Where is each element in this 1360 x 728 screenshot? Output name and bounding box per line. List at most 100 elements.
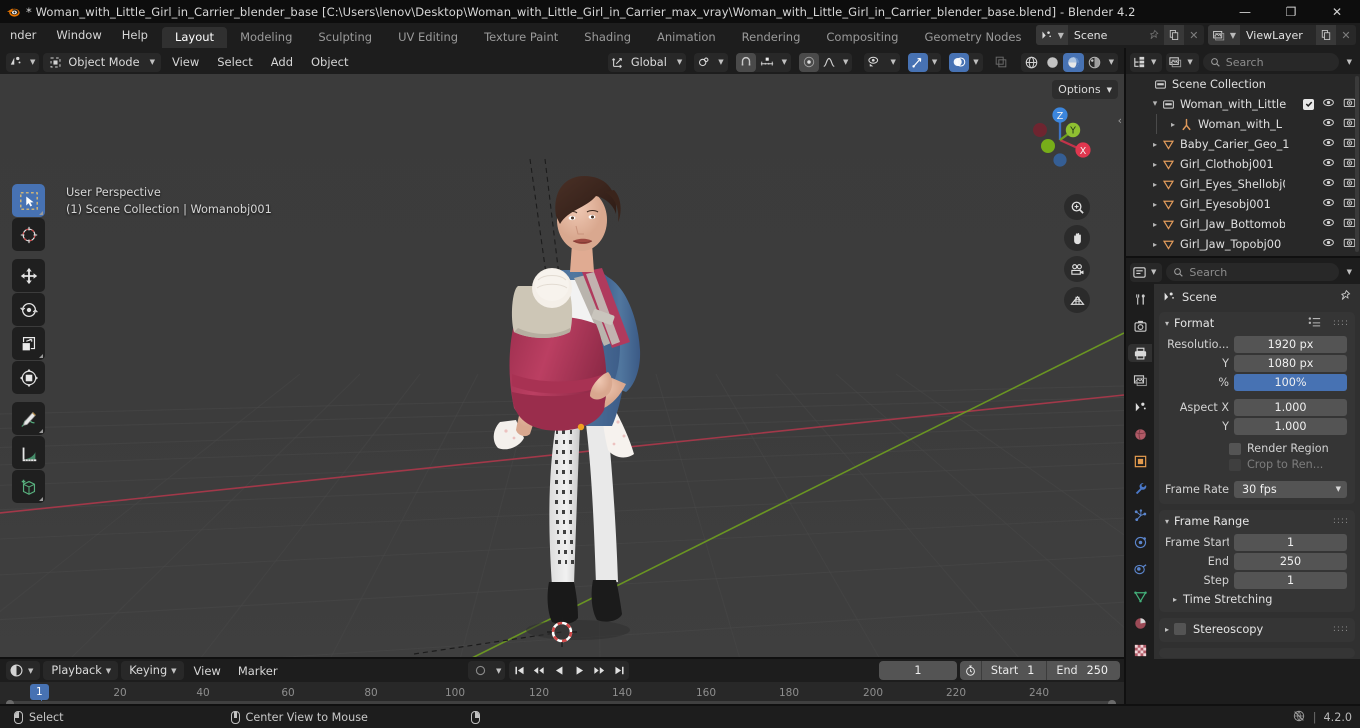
navigation-gizmo[interactable]: Z Y X bbox=[1024, 102, 1096, 174]
editor-type-selector[interactable]: ▼ bbox=[6, 52, 40, 72]
region-divider-outliner-properties[interactable] bbox=[1126, 256, 1360, 258]
snap-caret[interactable]: ▼ bbox=[778, 58, 791, 66]
viewlayer-unlink-x-icon[interactable]: ✕ bbox=[1336, 25, 1356, 45]
keying-caret[interactable]: ▼ bbox=[167, 667, 180, 675]
properties-tab-physics[interactable] bbox=[1128, 533, 1152, 551]
timeline-editor-caret[interactable]: ▼ bbox=[24, 667, 37, 675]
properties-content[interactable]: Scene ▾ Format :::: Resolutio... 1920 px… bbox=[1154, 284, 1360, 659]
orientation-caret[interactable]: ▼ bbox=[673, 58, 686, 66]
editor-type-caret[interactable]: ▼ bbox=[26, 58, 39, 66]
panel-grip-icon[interactable]: :::: bbox=[1333, 624, 1349, 634]
frame-rate-dropdown[interactable]: 30 fps ▼ bbox=[1234, 480, 1347, 498]
frame-start-field[interactable]: 1 bbox=[1234, 533, 1347, 551]
viewlayer-selector[interactable]: ▼ ViewLayer ✕ bbox=[1207, 25, 1356, 45]
panel-grip-icon[interactable]: :::: bbox=[1333, 516, 1349, 526]
timeline-menu-marker[interactable]: Marker bbox=[231, 664, 285, 678]
minimize-button[interactable]: — bbox=[1222, 0, 1268, 23]
outliner-row-girl-jaw-bottom[interactable]: ▸ Girl_Jaw_Bottomob bbox=[1126, 214, 1360, 234]
jump-to-next-keyframe-icon[interactable] bbox=[589, 661, 609, 680]
workspace-tab-shading[interactable]: Shading bbox=[571, 27, 644, 48]
outliner-display-mode-icon[interactable]: ▼ bbox=[1130, 52, 1163, 72]
disclosure-triangle[interactable]: ▸ bbox=[1148, 240, 1162, 249]
disclosure-triangle[interactable]: ▸ bbox=[1148, 220, 1162, 229]
disclosure-triangle[interactable]: ▸ bbox=[1148, 140, 1162, 149]
outliner-row-girl-eyes[interactable]: ▸ Girl_Eyesobj001 bbox=[1126, 194, 1360, 214]
gizmo-caret[interactable]: ▼ bbox=[928, 58, 941, 66]
overlays-caret[interactable]: ▼ bbox=[969, 58, 982, 66]
workspace-tab-uv-editing[interactable]: UV Editing bbox=[385, 27, 471, 48]
outliner-search-input[interactable]: Search bbox=[1202, 53, 1339, 71]
snap-increment-icon[interactable] bbox=[756, 53, 778, 72]
region-divider-vertical[interactable] bbox=[1124, 48, 1126, 706]
viewlayer-name[interactable]: ViewLayer bbox=[1240, 29, 1316, 42]
panel-disclosure-icon[interactable]: ▾ bbox=[1165, 517, 1169, 526]
chevron-down-icon[interactable]: ▼ bbox=[1336, 485, 1341, 493]
viewlayer-dropdown-caret[interactable]: ▼ bbox=[1229, 25, 1240, 45]
camera-view-icon[interactable] bbox=[1064, 256, 1090, 282]
resolution-percent-field[interactable]: 100% bbox=[1234, 373, 1347, 391]
eye-icon[interactable] bbox=[1322, 196, 1335, 212]
viewlayer-new-copy-icon[interactable] bbox=[1316, 25, 1336, 45]
jump-to-start-icon[interactable] bbox=[509, 661, 529, 680]
render-region-checkbox[interactable]: Render Region bbox=[1229, 442, 1347, 455]
properties-tab-render[interactable] bbox=[1128, 317, 1152, 335]
frame-end-field[interactable]: 250 bbox=[1234, 552, 1347, 570]
disclosure-triangle[interactable]: ▸ bbox=[1148, 180, 1162, 189]
workspace-tab-layout[interactable]: Layout bbox=[161, 27, 228, 48]
outliner-scrollbar[interactable] bbox=[1355, 76, 1359, 252]
properties-tab-material[interactable] bbox=[1128, 614, 1152, 632]
workspace-tab-modeling[interactable]: Modeling bbox=[227, 27, 305, 48]
eye-dropdown-icon[interactable] bbox=[864, 53, 886, 72]
resolution-x-field[interactable]: 1920 px bbox=[1234, 335, 1347, 353]
keying-dropdown[interactable]: Keying ▼ bbox=[121, 661, 184, 680]
current-frame-field[interactable]: 1 bbox=[878, 661, 957, 680]
stopwatch-icon[interactable] bbox=[960, 664, 981, 677]
outliner-row-girl-jaw-top[interactable]: ▸ Girl_Jaw_Topobj00 bbox=[1126, 234, 1360, 254]
pivot-point-selector[interactable]: ▼ bbox=[694, 52, 728, 72]
workspace-tab-rendering[interactable]: Rendering bbox=[729, 27, 814, 48]
play-icon[interactable] bbox=[569, 661, 589, 680]
shading-material-preview-icon[interactable] bbox=[1062, 52, 1084, 72]
mode-label[interactable]: Object Mode bbox=[65, 56, 145, 69]
outliner-row-scene-collection[interactable]: Scene Collection bbox=[1126, 74, 1360, 94]
eye-icon[interactable] bbox=[1322, 136, 1335, 152]
properties-tab-scene[interactable] bbox=[1128, 398, 1152, 416]
aspect-x-field[interactable]: 1.000 bbox=[1234, 398, 1347, 416]
end-value[interactable]: 250 bbox=[1087, 664, 1120, 677]
properties-tab-particles[interactable] bbox=[1128, 506, 1152, 524]
eye-icon[interactable] bbox=[1322, 116, 1335, 132]
properties-editor-caret[interactable]: ▼ bbox=[1147, 268, 1160, 276]
properties-options-caret[interactable]: ▼ bbox=[1343, 268, 1356, 276]
shading-rendered-icon[interactable] bbox=[1084, 53, 1105, 72]
disclosure-triangle[interactable]: ▸ bbox=[1148, 160, 1162, 169]
shading-caret[interactable]: ▼ bbox=[1105, 58, 1118, 66]
eye-icon[interactable] bbox=[1322, 176, 1335, 192]
toggle-ortho-grid-icon[interactable] bbox=[1064, 287, 1090, 313]
outliner-filter-icon[interactable]: ▼ bbox=[1166, 52, 1199, 72]
sidebar-collapse-icon[interactable]: ‹ bbox=[1118, 114, 1122, 127]
tool-annotate[interactable] bbox=[12, 402, 45, 435]
mode-caret[interactable]: ▼ bbox=[146, 58, 159, 66]
jump-to-end-icon[interactable] bbox=[609, 661, 629, 680]
properties-tab-constraints[interactable] bbox=[1128, 560, 1152, 578]
properties-tab-data[interactable] bbox=[1128, 587, 1152, 605]
magnet-icon[interactable] bbox=[735, 52, 756, 72]
outliner-row-armature[interactable]: ▸ Woman_with_L bbox=[1126, 114, 1360, 134]
properties-editor-icon[interactable]: ▼ bbox=[1130, 262, 1163, 282]
menu-item-render[interactable]: nder bbox=[0, 23, 46, 48]
shading-solid-icon[interactable] bbox=[1042, 53, 1063, 72]
preset-list-icon[interactable] bbox=[1308, 316, 1322, 331]
eye-icon[interactable] bbox=[1322, 96, 1335, 112]
outliner-row-girl-cloth[interactable]: ▸ Girl_Clothobj001 bbox=[1126, 154, 1360, 174]
falloff-caret[interactable]: ▼ bbox=[839, 58, 852, 66]
transform-orientation-selector[interactable]: Global ▼ bbox=[607, 52, 687, 72]
checkbox-box[interactable] bbox=[1229, 442, 1241, 455]
proportional-falloff-icon[interactable] bbox=[799, 52, 820, 72]
menu-item-window[interactable]: Window bbox=[46, 23, 111, 48]
scene-selector[interactable]: ▼ Scene ✕ bbox=[1035, 25, 1204, 45]
aspect-y-field[interactable]: 1.000 bbox=[1234, 417, 1347, 435]
tool-add-cube[interactable] bbox=[12, 470, 45, 503]
new-copy-icon[interactable] bbox=[1163, 25, 1184, 45]
scene-name[interactable]: Scene bbox=[1068, 29, 1144, 42]
stereoscopy-checkbox[interactable] bbox=[1174, 623, 1187, 635]
